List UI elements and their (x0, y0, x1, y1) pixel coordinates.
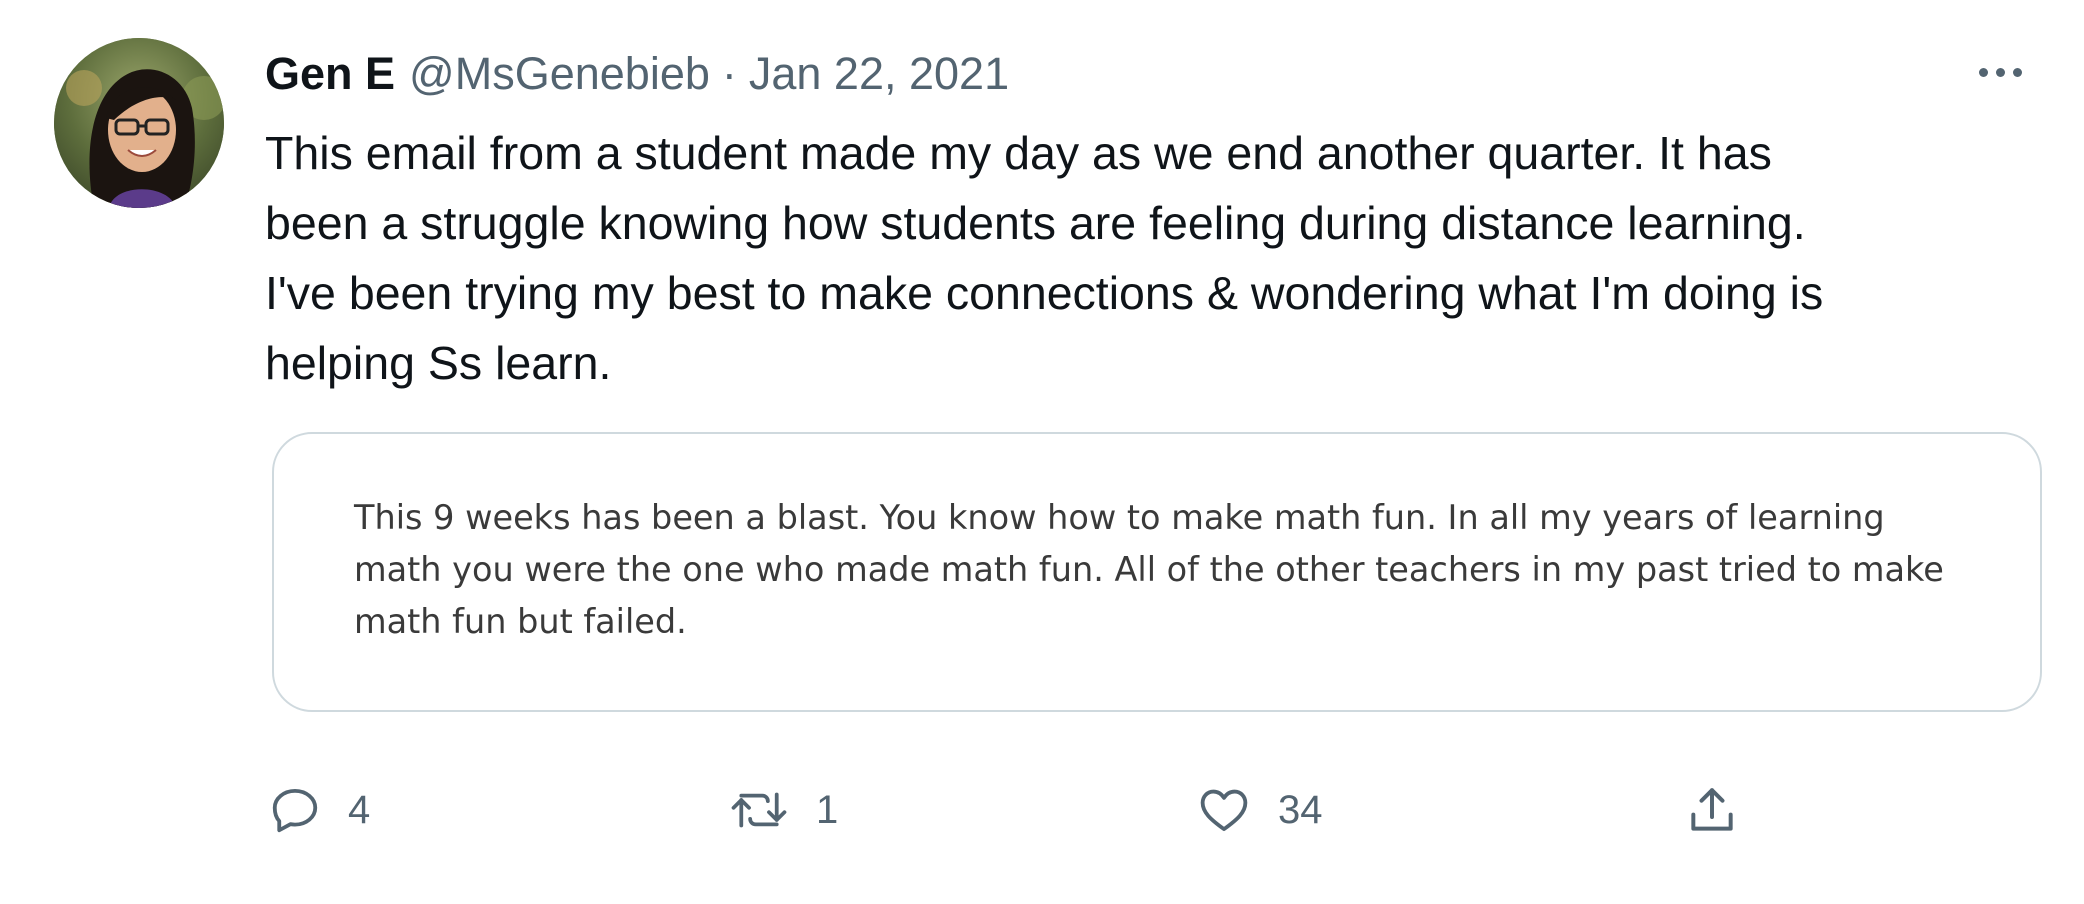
attached-image-text: This 9 weeks has been a blast. You know … (354, 492, 1944, 648)
share-button[interactable] (1684, 770, 1740, 850)
tweet-text: This email from a student made my day as… (265, 118, 2045, 398)
heart-icon (1196, 783, 1252, 837)
tweet: Gen E @MsGenebieb · Jan 22, 2021 This em… (0, 0, 2084, 904)
reply-count: 4 (348, 787, 371, 832)
more-dot-icon (1995, 67, 2005, 77)
share-icon (1684, 782, 1740, 838)
like-count: 34 (1278, 787, 1323, 832)
avatar[interactable] (54, 38, 224, 208)
more-dot-icon (2012, 67, 2022, 77)
tweet-text-line: helping Ss learn. (265, 337, 612, 389)
user-handle[interactable]: @MsGenebieb (409, 44, 710, 104)
retweet-count: 1 (816, 787, 839, 832)
attached-image-text-line: This 9 weeks has been a blast. You know … (354, 498, 1885, 537)
tweet-text-line: I've been trying my best to make connect… (265, 267, 1824, 319)
display-name[interactable]: Gen E (265, 44, 395, 104)
avatar-image (54, 38, 224, 208)
reply-icon (268, 783, 322, 837)
tweet-text-line: This email from a student made my day as… (265, 127, 1772, 179)
attached-image-text-line: math you were the one who made math fun.… (354, 550, 1944, 589)
retweet-icon (728, 783, 790, 837)
like-button[interactable]: 34 (1196, 770, 1323, 850)
tweet-actions: 4 1 34 (0, 770, 2084, 850)
attached-image-text-line: math fun but failed. (354, 602, 687, 641)
retweet-button[interactable]: 1 (728, 770, 838, 850)
separator: · (721, 48, 737, 99)
more-dot-icon (1978, 67, 1988, 77)
attached-image-card[interactable]: This 9 weeks has been a blast. You know … (272, 432, 2042, 712)
reply-button[interactable]: 4 (268, 770, 370, 850)
tweet-date[interactable]: Jan 22, 2021 (749, 44, 1009, 104)
more-options-button[interactable] (1970, 52, 2030, 92)
tweet-header: Gen E @MsGenebieb · Jan 22, 2021 (265, 44, 1009, 104)
tweet-text-line: been a struggle knowing how students are… (265, 197, 1806, 249)
